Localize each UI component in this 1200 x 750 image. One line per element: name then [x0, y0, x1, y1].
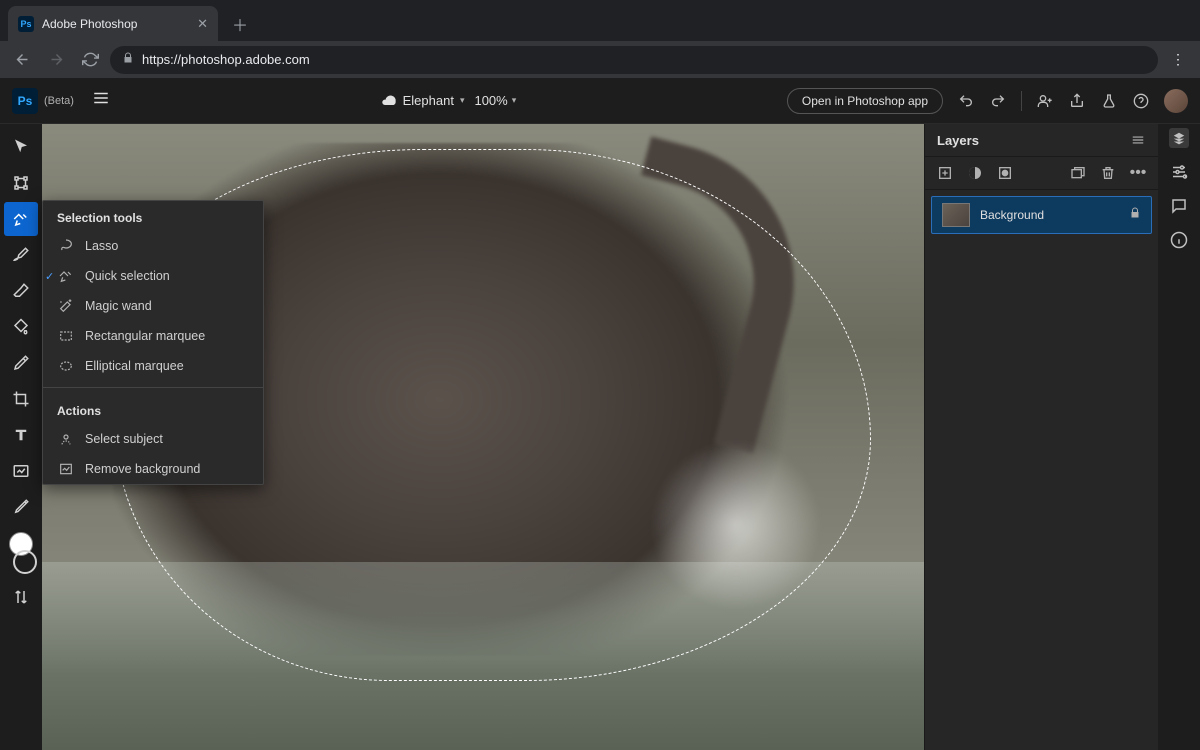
adjustments-rail-icon[interactable]	[1169, 162, 1189, 182]
browser-back-button[interactable]	[8, 46, 36, 74]
flyout-item-label: Lasso	[85, 239, 118, 253]
lasso-icon	[57, 237, 75, 255]
layers-panel-title: Layers	[937, 133, 979, 148]
flyout-item-label: Rectangular marquee	[85, 329, 205, 343]
more-icon[interactable]: •••	[1130, 165, 1146, 181]
place-image-tool[interactable]	[4, 454, 38, 488]
cloud-icon	[381, 93, 397, 109]
layers-rail-icon[interactable]	[1169, 128, 1189, 148]
flyout-item-quick-selection[interactable]: Quick selection	[43, 261, 263, 291]
adjustment-layer-icon[interactable]	[967, 165, 983, 181]
browser-reload-button[interactable]	[76, 46, 104, 74]
crop-tool[interactable]	[4, 382, 38, 416]
rectangular-marquee-icon	[57, 327, 75, 345]
avatar[interactable]	[1164, 89, 1188, 113]
beta-label: (Beta)	[44, 95, 74, 107]
delete-layer-icon[interactable]	[1100, 165, 1116, 181]
tab-title: Adobe Photoshop	[42, 17, 189, 31]
browser-address-bar: https://photoshop.adobe.com ⋮	[0, 41, 1200, 78]
selection-tool[interactable]	[4, 202, 38, 236]
invite-icon[interactable]	[1036, 92, 1054, 110]
comments-rail-icon[interactable]	[1169, 196, 1189, 216]
browser-tab[interactable]: Ps Adobe Photoshop ✕	[8, 6, 218, 41]
selection-tool-flyout: Selection tools Lasso Quick selection Ma…	[42, 200, 264, 485]
chevron-down-icon: ▾	[460, 95, 465, 106]
background-color-well[interactable]	[13, 550, 37, 574]
right-rail	[1158, 124, 1200, 750]
share-icon[interactable]	[1068, 92, 1086, 110]
flyout-item-lasso[interactable]: Lasso	[43, 231, 263, 261]
select-subject-icon	[57, 430, 75, 448]
chevron-down-icon: ▾	[512, 95, 517, 106]
color-picker-tool[interactable]	[4, 490, 38, 524]
mask-icon[interactable]	[997, 165, 1013, 181]
layer-name: Background	[980, 208, 1119, 222]
brush-tool[interactable]	[4, 238, 38, 272]
flyout-item-label: Remove background	[85, 462, 200, 476]
swap-colors-icon[interactable]	[4, 580, 38, 614]
type-tool[interactable]	[4, 418, 38, 452]
layer-thumbnail	[942, 203, 970, 227]
add-layer-icon[interactable]	[937, 165, 953, 181]
elliptical-marquee-icon	[57, 357, 75, 375]
open-in-app-button[interactable]: Open in Photoshop app	[787, 88, 943, 114]
new-tab-button[interactable]: ＋	[226, 10, 254, 38]
layers-panel: Layers ••• Background	[924, 124, 1158, 750]
browser-forward-button[interactable]	[42, 46, 70, 74]
browser-tab-strip: Ps Adobe Photoshop ✕ ＋	[0, 0, 1200, 41]
info-rail-icon[interactable]	[1169, 230, 1189, 250]
flyout-section-header: Selection tools	[43, 201, 263, 231]
lock-icon	[122, 51, 134, 69]
hamburger-menu-icon[interactable]	[92, 89, 110, 112]
document-name: Elephant	[403, 93, 454, 108]
help-icon[interactable]	[1132, 92, 1150, 110]
divider	[43, 387, 263, 388]
flyout-item-elliptical-marquee[interactable]: Elliptical marquee	[43, 351, 263, 381]
flyout-item-label: Quick selection	[85, 269, 170, 283]
remove-background-icon	[57, 460, 75, 478]
flyout-item-rectangular-marquee[interactable]: Rectangular marquee	[43, 321, 263, 351]
divider	[1021, 91, 1022, 111]
beaker-icon[interactable]	[1100, 92, 1118, 110]
fill-tool[interactable]	[4, 310, 38, 344]
browser-menu-icon[interactable]: ⋮	[1164, 51, 1192, 68]
flyout-action-remove-background[interactable]: Remove background	[43, 454, 263, 484]
document-name-dropdown[interactable]: Elephant ▾	[381, 93, 465, 109]
flyout-item-label: Magic wand	[85, 299, 152, 313]
undo-icon[interactable]	[957, 92, 975, 110]
flyout-action-select-subject[interactable]: Select subject	[43, 424, 263, 454]
zoom-dropdown[interactable]: 100% ▾	[474, 93, 516, 108]
flyout-item-label: Select subject	[85, 432, 163, 446]
group-icon[interactable]	[1070, 165, 1086, 181]
eraser-tool[interactable]	[4, 274, 38, 308]
flyout-item-magic-wand[interactable]: Magic wand	[43, 291, 263, 321]
magic-wand-icon	[57, 297, 75, 315]
transform-tool[interactable]	[4, 166, 38, 200]
flyout-item-label: Elliptical marquee	[85, 359, 184, 373]
browser-url-field[interactable]: https://photoshop.adobe.com	[110, 46, 1158, 74]
tab-favicon: Ps	[18, 16, 34, 32]
redo-icon[interactable]	[989, 92, 1007, 110]
lock-icon[interactable]	[1129, 206, 1141, 224]
panel-menu-icon[interactable]	[1130, 132, 1146, 148]
zoom-value: 100%	[474, 93, 507, 108]
left-toolbar	[0, 124, 42, 750]
move-tool[interactable]	[4, 130, 38, 164]
url-text: https://photoshop.adobe.com	[142, 52, 310, 67]
photoshop-logo[interactable]: Ps	[12, 88, 38, 114]
close-tab-icon[interactable]: ✕	[197, 16, 208, 32]
app-header: Ps (Beta) Elephant ▾ 100% ▾ Open in Phot…	[0, 78, 1200, 124]
quick-selection-icon	[57, 267, 75, 285]
layer-row[interactable]: Background	[931, 196, 1152, 234]
eyedropper-tool[interactable]	[4, 346, 38, 380]
flyout-section-header: Actions	[43, 394, 263, 424]
